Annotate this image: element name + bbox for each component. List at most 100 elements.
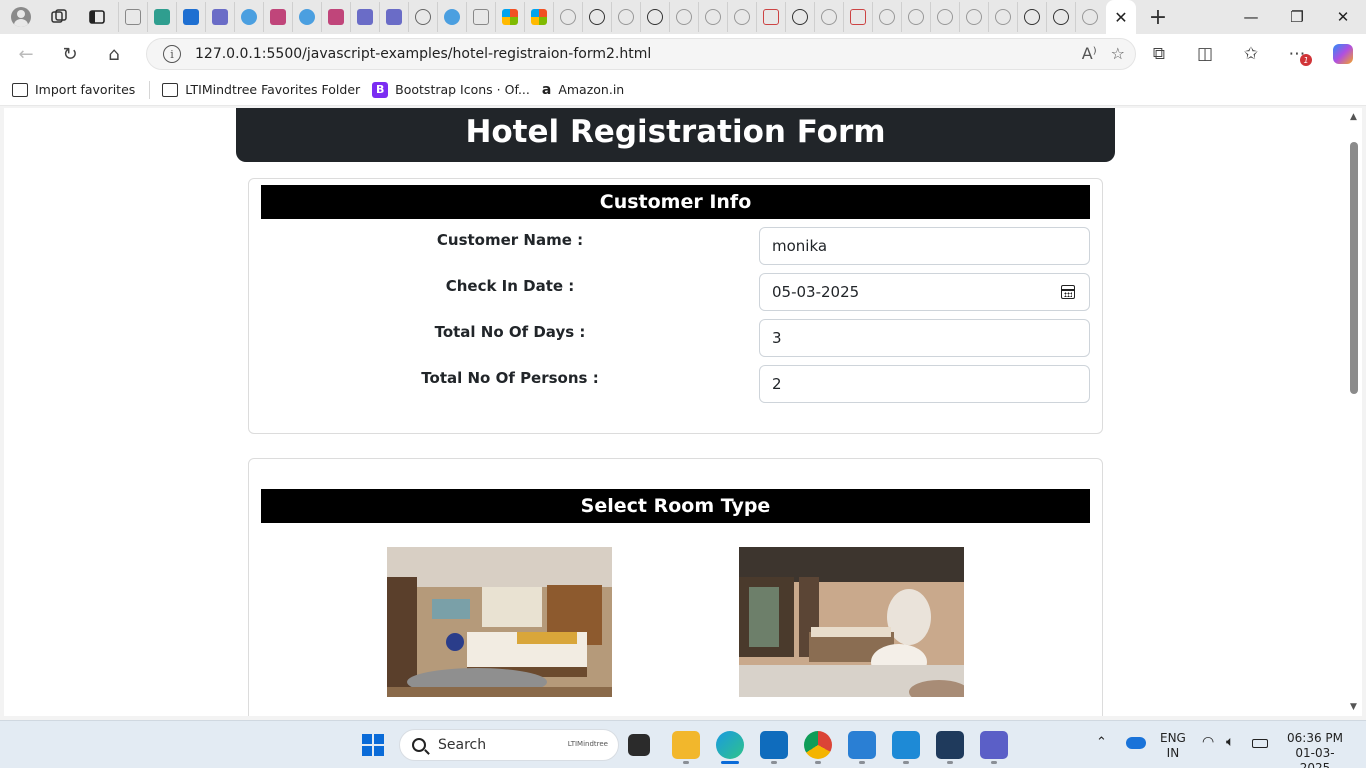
globe-icon[interactable] — [669, 2, 698, 32]
favorite-label: Amazon.in — [558, 82, 625, 97]
scrollbar-thumb[interactable] — [1350, 142, 1358, 394]
globe-icon[interactable] — [640, 2, 669, 32]
extensions-icon[interactable]: ⧉ — [1136, 38, 1182, 70]
tab-actions-icon[interactable] — [82, 2, 112, 32]
total-persons-label: Total No Of Persons : — [421, 369, 599, 387]
chrome-icon[interactable] — [804, 731, 832, 759]
taskbar-search[interactable]: Search LTIMindtree — [399, 729, 619, 761]
notepad-icon[interactable] — [848, 731, 876, 759]
favorite-folder[interactable]: LTIMindtree Favorites Folder — [162, 82, 360, 97]
battery-icon[interactable] — [1252, 739, 1268, 748]
running-indicator — [903, 761, 909, 764]
tab-favicon[interactable] — [350, 2, 379, 32]
tab-favicon[interactable] — [611, 2, 640, 32]
globe-icon[interactable] — [727, 2, 756, 32]
favorite-star-icon[interactable]: ☆ — [1111, 44, 1125, 63]
profile-icon[interactable] — [6, 2, 36, 32]
volume-icon[interactable]: 🔈︎ — [1226, 735, 1234, 750]
site-info-icon[interactable]: i — [163, 45, 181, 63]
refresh-icon[interactable]: ↻ — [52, 38, 88, 70]
task-view-icon[interactable] — [628, 734, 650, 756]
room-image-1[interactable] — [387, 547, 612, 697]
globe-icon[interactable] — [698, 2, 727, 32]
total-persons-input[interactable]: 2 — [759, 365, 1090, 403]
tab-favicon[interactable] — [321, 2, 350, 32]
edge-icon[interactable] — [716, 731, 744, 759]
pdf-icon[interactable] — [756, 2, 785, 32]
tab-favicon[interactable] — [118, 2, 147, 32]
bootstrap-icon: B — [372, 81, 389, 98]
favorite-import[interactable]: Import favorites — [12, 82, 135, 97]
tab-favicon[interactable] — [524, 2, 553, 32]
tab-favicon[interactable] — [292, 2, 321, 32]
show-hidden-icons[interactable]: ⌃ — [1096, 735, 1107, 750]
wifi-icon[interactable]: ◠ — [1202, 735, 1214, 750]
file-explorer-icon[interactable] — [672, 731, 700, 759]
onedrive-icon[interactable] — [1126, 737, 1146, 749]
globe-icon[interactable] — [553, 2, 582, 32]
read-aloud-icon[interactable]: A⁾ — [1082, 44, 1097, 63]
active-tab-close-icon[interactable]: ✕ — [1106, 0, 1136, 34]
clock-time: 06:36 PM — [1287, 731, 1343, 745]
running-indicator — [683, 761, 689, 764]
page-scrollbar[interactable]: ▲ ▼ — [1346, 108, 1362, 716]
split-screen-icon[interactable]: ◫ — [1182, 38, 1228, 70]
tab-favicon[interactable] — [437, 2, 466, 32]
home-icon[interactable]: ⌂ — [96, 38, 132, 70]
workspaces-icon[interactable] — [44, 2, 74, 32]
outlook-icon[interactable] — [760, 731, 788, 759]
tab-favicon[interactable] — [147, 2, 176, 32]
globe-icon[interactable] — [785, 2, 814, 32]
globe-icon[interactable] — [814, 2, 843, 32]
search-badge: LTIMindtree — [567, 740, 608, 748]
calendar-icon[interactable] — [1061, 285, 1075, 299]
tab-favicon[interactable] — [234, 2, 263, 32]
tab-favicon[interactable] — [176, 2, 205, 32]
running-indicator — [771, 761, 777, 764]
settings-more-icon[interactable]: ⋯ 1 — [1274, 38, 1320, 70]
favorite-bootstrap-icons[interactable]: B Bootstrap Icons · Of... — [372, 81, 530, 98]
folder-icon — [162, 82, 179, 97]
language-indicator[interactable]: ENG IN — [1160, 731, 1186, 761]
globe-icon[interactable] — [901, 2, 930, 32]
minimize-icon[interactable]: — — [1228, 0, 1274, 34]
globe-icon[interactable] — [872, 2, 901, 32]
check-in-date-label: Check In Date : — [445, 277, 575, 295]
new-tab-button[interactable]: + — [1140, 2, 1176, 32]
vscode-icon[interactable] — [892, 731, 920, 759]
globe-icon[interactable] — [1075, 2, 1104, 32]
tab-favicon[interactable] — [379, 2, 408, 32]
globe-icon[interactable] — [1017, 2, 1046, 32]
copilot-icon[interactable] — [1320, 38, 1366, 70]
check-in-date-input[interactable]: 05-03-2025 — [759, 273, 1090, 311]
globe-icon[interactable] — [930, 2, 959, 32]
tab-favicon[interactable] — [408, 2, 437, 32]
total-days-input[interactable]: 3 — [759, 319, 1090, 357]
language-top: ENG — [1160, 731, 1186, 745]
close-window-icon[interactable]: ✕ — [1320, 0, 1366, 34]
room-image-2[interactable] — [739, 547, 964, 697]
tab-favicon[interactable] — [582, 2, 611, 32]
customer-info-card: Customer Info Customer Name : monika Che… — [248, 178, 1103, 434]
globe-icon[interactable] — [959, 2, 988, 32]
tab-favicon[interactable] — [205, 2, 234, 32]
tab-favicon[interactable] — [263, 2, 292, 32]
address-bar[interactable]: i 127.0.0.1:5500/javascript-examples/hot… — [146, 38, 1136, 70]
favorite-amazon[interactable]: a Amazon.in — [542, 82, 624, 98]
address-text[interactable]: 127.0.0.1:5500/javascript-examples/hotel… — [195, 46, 651, 62]
scroll-up-icon[interactable]: ▲ — [1350, 112, 1357, 122]
favorites-icon[interactable]: ✩ — [1228, 38, 1274, 70]
restore-icon[interactable]: ❐ — [1274, 0, 1320, 34]
globe-icon[interactable] — [988, 2, 1017, 32]
globe-icon[interactable] — [1046, 2, 1075, 32]
start-icon[interactable] — [362, 734, 384, 756]
back-icon[interactable]: ← — [8, 38, 44, 70]
pdf-icon[interactable] — [843, 2, 872, 32]
clock[interactable]: 06:36 PM 01-03-2025 — [1282, 731, 1348, 768]
tab-favicon[interactable] — [495, 2, 524, 32]
customer-name-input[interactable]: monika — [759, 227, 1090, 265]
tab-favicon[interactable] — [466, 2, 495, 32]
teams-icon[interactable] — [980, 731, 1008, 759]
terminal-app-icon[interactable] — [936, 731, 964, 759]
scroll-down-icon[interactable]: ▼ — [1350, 702, 1357, 712]
